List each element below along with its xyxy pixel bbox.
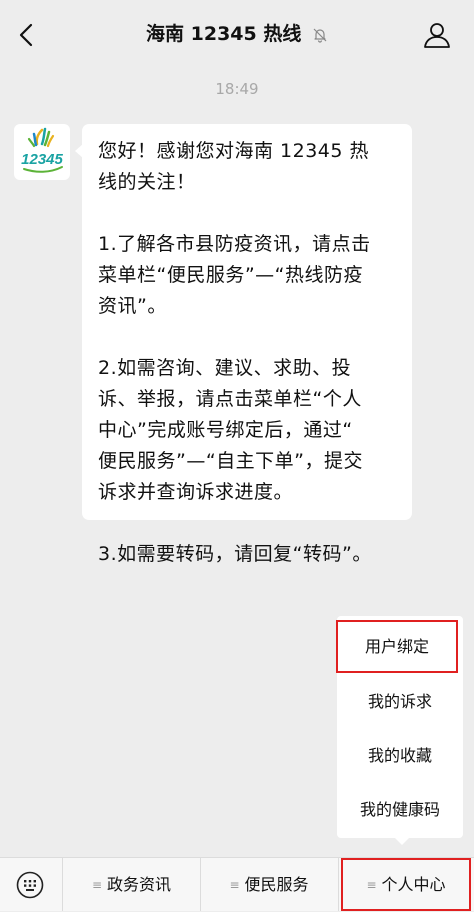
keyboard-icon [16, 871, 44, 899]
hotline-logo-icon: 12345 [21, 127, 64, 173]
message-timestamp: 18:49 [215, 80, 259, 98]
page-title: 海南 12345 热线 [146, 23, 302, 45]
tab-label: 政务资讯 [107, 875, 172, 894]
message-line: 资讯”。 [98, 295, 167, 317]
menu-divider [338, 858, 339, 911]
message-paragraph-1: 1.了解各市县防疫资讯，请点击 菜单栏“便民服务”—“热线防疫 资讯”。 [98, 229, 398, 322]
message-line: 2.如需咨询、建议、求助、投 [98, 357, 352, 379]
message-line: 线的关注！ [98, 171, 196, 193]
tab-government-news[interactable]: ≡ 政务资讯 [63, 858, 200, 911]
avatar[interactable]: 12345 [14, 124, 70, 180]
user-icon[interactable] [422, 20, 452, 50]
logo-text: 12345 [21, 151, 63, 168]
message-line: 1.了解各市县防疫资讯，请点击 [98, 233, 371, 255]
popup-pointer [395, 838, 409, 845]
message-paragraph-3: 3.如需要转码，请回复“转码”。 [98, 539, 398, 570]
page-title-wrapper: 海南 12345 热线 [0, 18, 474, 50]
tab-personal-center[interactable]: ≡ 个人中心 [341, 858, 471, 911]
popup-item-health-code[interactable]: 我的健康码 [337, 783, 463, 836]
message-paragraph-2: 2.如需咨询、建议、求助、投 诉、举报，请点击菜单栏“个人 中心”完成账号绑定后… [98, 353, 398, 508]
personal-center-popup-menu: 用户绑定 我的诉求 我的收藏 我的健康码 [336, 616, 463, 838]
message-line: 您好！感谢您对海南 12345 热 [98, 140, 370, 162]
tab-convenience-services[interactable]: ≡ 便民服务 [201, 858, 337, 911]
popup-item-my-requests[interactable]: 我的诉求 [337, 675, 463, 728]
tab-label: 个人中心 [381, 875, 446, 894]
popup-item-user-binding[interactable]: 用户绑定 [336, 620, 458, 673]
menu-lines-icon: ≡ [366, 878, 377, 892]
message-line: 中心”完成账号绑定后，通过“ [98, 419, 353, 441]
message-line: 诉求并查询诉求进度。 [98, 481, 294, 503]
bottom-menu-bar: ≡ 政务资讯 ≡ 便民服务 ≡ 个人中心 [0, 857, 474, 911]
message-line: 3.如需要转码，请回复“转码”。 [98, 543, 372, 565]
message-line: 菜单栏“便民服务”—“热线防疫 [98, 264, 364, 286]
menu-lines-icon: ≡ [91, 878, 103, 892]
message-line: 便民服务”—“自主下单”，提交 [98, 450, 364, 472]
welcome-message-bubble: 您好！感谢您对海南 12345 热 线的关注！ 1.了解各市县防疫资讯，请点击 … [75, 124, 412, 565]
navigation-bar: 海南 12345 热线 [0, 0, 474, 68]
popup-item-my-favorites[interactable]: 我的收藏 [337, 729, 463, 782]
bell-muted-icon [313, 28, 327, 43]
tab-label: 便民服务 [244, 875, 309, 894]
keyboard-toggle-button[interactable] [0, 858, 62, 911]
message-paragraph-greeting: 您好！感谢您对海南 12345 热 线的关注！ [98, 136, 398, 198]
menu-lines-icon: ≡ [229, 878, 240, 892]
message-line: 诉、举报，请点击菜单栏“个人 [98, 388, 362, 410]
